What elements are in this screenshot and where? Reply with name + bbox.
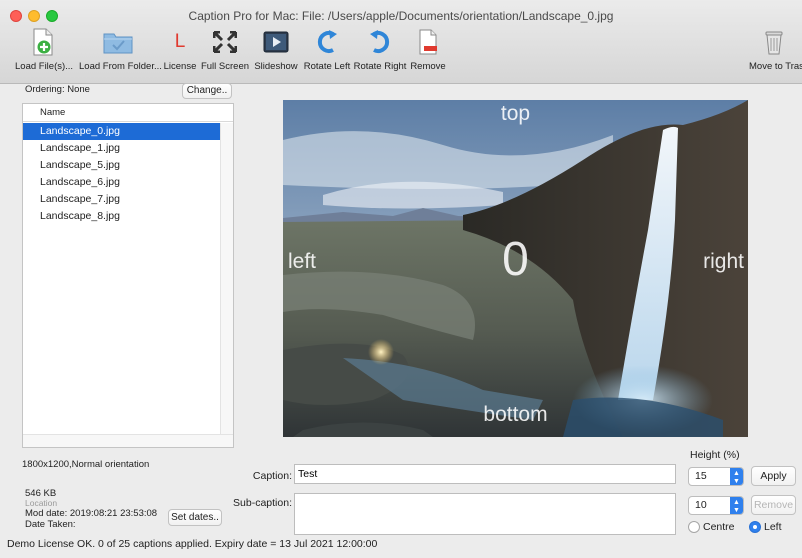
change-ordering-button[interactable]: Change.. — [182, 83, 232, 99]
folder-icon — [103, 33, 133, 54]
list-horizontal-scrollbar[interactable] — [23, 434, 233, 447]
subcaption-label: Sub-caption: — [233, 497, 292, 509]
slideshow-button[interactable]: Slideshow — [251, 26, 301, 74]
list-item[interactable]: Landscape_7.jpg — [23, 191, 220, 208]
rotate-right-label: Rotate Right — [353, 61, 407, 72]
file-list[interactable]: Name Landscape_0.jpg Landscape_1.jpg Lan… — [22, 103, 234, 448]
status-bar: Demo License OK. 0 of 25 captions applie… — [7, 538, 378, 550]
full-screen-label: Full Screen — [200, 61, 250, 72]
full-screen-button[interactable]: Full Screen — [199, 26, 251, 74]
rotate-left-label: Rotate Left — [303, 61, 351, 72]
subcaption-height-stepper[interactable]: 10 ▲ ▼ — [688, 496, 744, 515]
mod-date: Mod date: 2019:08:21 23:53:08 — [25, 508, 158, 519]
centre-radio[interactable] — [688, 521, 700, 533]
list-item[interactable]: Landscape_0.jpg — [23, 123, 220, 140]
license-button[interactable]: L License — [160, 26, 200, 74]
remove-file-button[interactable]: Remove — [408, 26, 448, 74]
full-screen-icon — [213, 31, 237, 53]
date-taken: Date Taken: — [25, 519, 76, 530]
load-files-button[interactable]: Load File(s)... — [15, 26, 74, 74]
image-dimensions: 1800x1200,Normal orientation — [22, 459, 150, 470]
move-to-trash-label: Move to Tras — [749, 61, 802, 72]
stepper-arrows-icon[interactable]: ▲ ▼ — [730, 497, 743, 514]
rotate-right-button[interactable]: Rotate Right — [352, 26, 408, 74]
ordering-label: Ordering: None — [25, 84, 90, 95]
list-item[interactable]: Landscape_8.jpg — [23, 208, 220, 225]
rotate-left-button[interactable]: Rotate Left — [301, 26, 353, 74]
caption-input[interactable] — [294, 464, 676, 484]
add-file-icon — [33, 28, 53, 56]
list-vertical-scrollbar[interactable] — [220, 123, 233, 436]
remove-file-label: Remove — [410, 61, 446, 72]
left-radio[interactable] — [749, 521, 761, 533]
remove-file-icon — [419, 29, 437, 55]
load-files-label: Load File(s)... — [15, 61, 74, 72]
subcaption-height-value: 10 — [695, 499, 707, 511]
subcaption-input[interactable] — [294, 493, 676, 535]
image-preview: top bottom left right 0 — [283, 100, 748, 437]
list-item[interactable]: Landscape_6.jpg — [23, 174, 220, 191]
license-label: License — [163, 61, 197, 72]
caption-height-value: 15 — [695, 470, 707, 482]
caption-height-stepper[interactable]: 15 ▲ ▼ — [688, 467, 744, 486]
caption-label: Caption: — [252, 470, 292, 482]
rotate-right-icon — [370, 30, 390, 53]
set-dates-button[interactable]: Set dates.. — [168, 509, 222, 526]
left-radio-label[interactable]: Left — [764, 521, 782, 533]
apply-button[interactable]: Apply — [751, 466, 796, 486]
height-label: Height (%) — [690, 449, 740, 461]
stepper-arrows-icon[interactable]: ▲ ▼ — [730, 468, 743, 485]
license-icon: L — [174, 31, 186, 52]
load-folder-button[interactable]: Load From Folder... — [79, 26, 162, 74]
move-to-trash-button[interactable]: Move to Tras — [746, 26, 802, 74]
list-header-name[interactable]: Name — [23, 104, 233, 122]
centre-radio-label[interactable]: Centre — [703, 521, 735, 533]
trash-icon — [765, 31, 783, 55]
overlay-center: 0 — [502, 233, 529, 286]
rotate-left-icon — [317, 30, 337, 53]
overlay-top: top — [500, 102, 531, 125]
remove-caption-button[interactable]: Remove — [751, 495, 796, 515]
window-title: Caption Pro for Mac: File: /Users/apple/… — [188, 9, 614, 23]
slideshow-icon — [263, 31, 289, 53]
load-folder-label: Load From Folder... — [79, 61, 162, 72]
location-label: Location — [25, 498, 58, 508]
list-item[interactable]: Landscape_5.jpg — [23, 157, 220, 174]
overlay-bottom: bottom — [483, 403, 548, 426]
slideshow-label: Slideshow — [254, 61, 298, 72]
list-item[interactable]: Landscape_1.jpg — [23, 140, 220, 157]
